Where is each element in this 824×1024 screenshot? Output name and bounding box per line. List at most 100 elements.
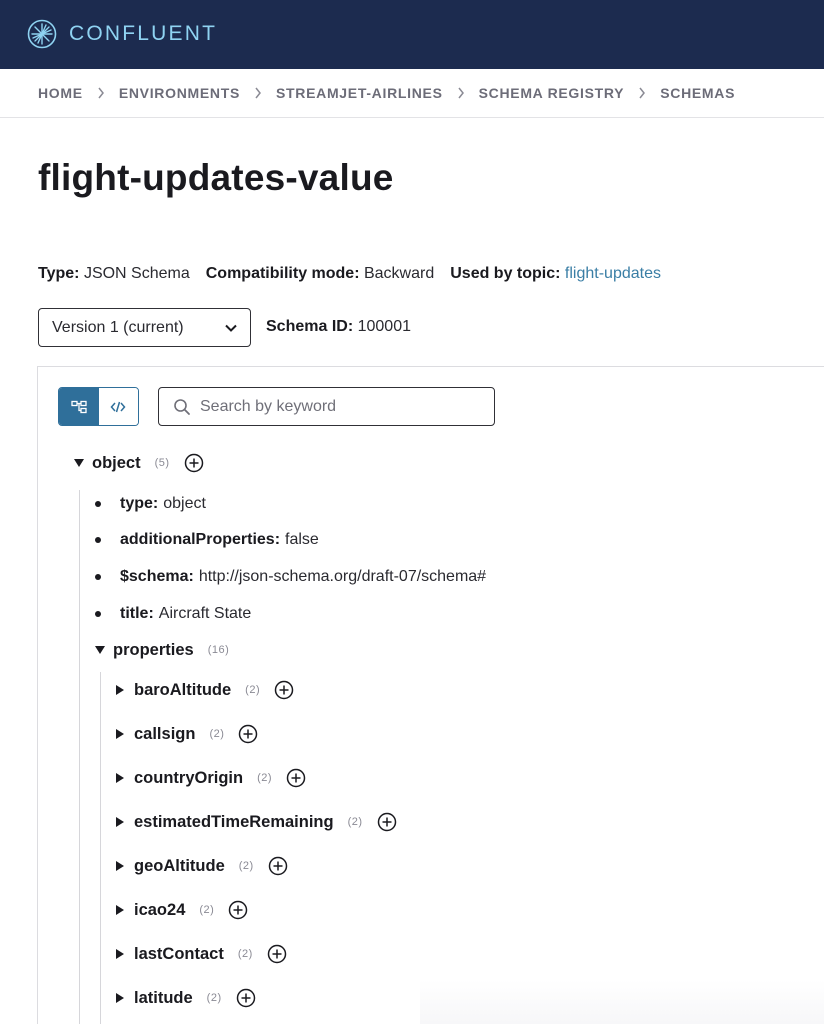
search-box[interactable] bbox=[158, 387, 495, 426]
add-circle-icon[interactable] bbox=[184, 453, 204, 473]
caret-right-icon[interactable] bbox=[116, 905, 124, 915]
node-name: callsign bbox=[134, 724, 196, 743]
field-key: additionalProperties: bbox=[120, 531, 281, 548]
caret-right-icon[interactable] bbox=[116, 993, 124, 1003]
tree-node-estimatedtimeremaining[interactable]: estimatedTimeRemaining (2) bbox=[116, 811, 397, 833]
view-toggle bbox=[58, 387, 139, 426]
schema-type-value: JSON Schema bbox=[83, 265, 190, 282]
node-count: (2) bbox=[257, 772, 273, 784]
schema-type: Type: JSON Schema bbox=[38, 265, 190, 283]
field-value: false bbox=[285, 531, 319, 548]
node-count: (2) bbox=[237, 948, 253, 960]
node-name: lastContact bbox=[134, 944, 224, 963]
brand-name: CONFLUENT bbox=[69, 22, 218, 45]
tree-view-button[interactable] bbox=[59, 388, 99, 425]
breadcrumb-schema-registry[interactable]: SCHEMA REGISTRY bbox=[479, 85, 625, 101]
node-name: geoAltitude bbox=[134, 856, 225, 875]
tree-node-callsign[interactable]: callsign (2) bbox=[116, 723, 258, 745]
chevron-down-icon bbox=[225, 324, 237, 332]
node-name: icao24 bbox=[134, 900, 186, 919]
caret-down-icon[interactable] bbox=[95, 646, 105, 654]
tree-node-properties[interactable]: properties (16) bbox=[95, 639, 229, 661]
caret-right-icon[interactable] bbox=[116, 817, 124, 827]
tree-node-baroaltitude[interactable]: baroAltitude (2) bbox=[116, 679, 294, 701]
schema-id-value: 100001 bbox=[357, 318, 411, 335]
top-nav-bar: CONFLUENT bbox=[0, 0, 824, 69]
node-count: (16) bbox=[207, 644, 230, 656]
add-circle-icon[interactable] bbox=[236, 988, 256, 1008]
code-view-button[interactable] bbox=[98, 388, 138, 425]
chevron-right-icon bbox=[457, 87, 465, 99]
add-circle-icon[interactable] bbox=[228, 900, 248, 920]
node-count: (5) bbox=[154, 457, 170, 469]
compatibility-mode: Compatibility mode: Backward bbox=[206, 265, 434, 283]
code-view-icon bbox=[110, 401, 126, 412]
node-name: object bbox=[92, 453, 141, 472]
tree-node-icao24[interactable]: icao24 (2) bbox=[116, 899, 248, 921]
field-value: object bbox=[163, 495, 206, 512]
tree-node-object[interactable]: object (5) bbox=[74, 452, 204, 474]
chevron-right-icon bbox=[254, 87, 262, 99]
field-value: Aircraft State bbox=[158, 605, 252, 622]
tree-guide-root bbox=[79, 490, 80, 1024]
field-value: http://json-schema.org/draft-07/schema# bbox=[198, 568, 487, 585]
schema-id-label: Schema ID: bbox=[266, 318, 354, 335]
caret-right-icon[interactable] bbox=[116, 729, 124, 739]
tree-node-geoaltitude[interactable]: geoAltitude (2) bbox=[116, 855, 288, 877]
version-select-value: Version 1 (current) bbox=[52, 318, 184, 336]
caret-right-icon[interactable] bbox=[116, 949, 124, 959]
search-icon bbox=[174, 398, 190, 415]
caret-right-icon[interactable] bbox=[116, 685, 124, 695]
breadcrumb: HOME ENVIRONMENTS STREAMJET-AIRLINES SCH… bbox=[0, 69, 824, 118]
add-circle-icon[interactable] bbox=[267, 944, 287, 964]
node-name: baroAltitude bbox=[134, 680, 232, 699]
caret-right-icon[interactable] bbox=[116, 861, 124, 871]
bullet-icon bbox=[95, 501, 101, 507]
field-additional-properties: additionalProperties: false bbox=[95, 529, 319, 551]
search-input[interactable] bbox=[200, 397, 480, 416]
field-type: type: object bbox=[95, 493, 206, 515]
add-circle-icon[interactable] bbox=[268, 856, 288, 876]
breadcrumb-schemas[interactable]: SCHEMAS bbox=[660, 85, 735, 101]
page-title: flight-updates-value bbox=[38, 157, 394, 198]
node-count: (2) bbox=[209, 728, 225, 740]
bottom-fade bbox=[420, 980, 824, 1024]
tree-guide-properties bbox=[100, 672, 101, 1024]
confluent-logo-icon bbox=[27, 19, 57, 49]
add-circle-icon[interactable] bbox=[274, 680, 294, 700]
caret-right-icon[interactable] bbox=[116, 773, 124, 783]
bullet-icon bbox=[95, 537, 101, 543]
topic-link[interactable]: flight-updates bbox=[565, 265, 661, 282]
version-select[interactable]: Version 1 (current) bbox=[38, 308, 251, 347]
field-key: $schema: bbox=[120, 568, 194, 585]
schema-type-label: Type: bbox=[38, 265, 80, 282]
breadcrumb-home[interactable]: HOME bbox=[38, 85, 83, 101]
used-by-topic-label: Used by topic: bbox=[450, 265, 561, 282]
confluent-logo[interactable]: CONFLUENT bbox=[27, 19, 217, 49]
node-count: (2) bbox=[238, 860, 254, 872]
compatibility-mode-value: Backward bbox=[363, 265, 435, 282]
tree-node-countryorigin[interactable]: countryOrigin (2) bbox=[116, 767, 306, 789]
node-name: countryOrigin bbox=[134, 768, 244, 787]
tree-node-lastcontact[interactable]: lastContact (2) bbox=[116, 943, 287, 965]
breadcrumb-environment[interactable]: STREAMJET-AIRLINES bbox=[276, 85, 443, 101]
node-count: (2) bbox=[347, 816, 363, 828]
schema-meta: Type: JSON Schema Compatibility mode: Ba… bbox=[38, 265, 677, 283]
field-schema: $schema: http://json-schema.org/draft-07… bbox=[95, 566, 486, 588]
breadcrumb-environments[interactable]: ENVIRONMENTS bbox=[119, 85, 240, 101]
bullet-icon bbox=[95, 574, 101, 580]
chevron-right-icon bbox=[97, 87, 105, 99]
add-circle-icon[interactable] bbox=[238, 724, 258, 744]
field-key: title: bbox=[120, 605, 154, 622]
add-circle-icon[interactable] bbox=[377, 812, 397, 832]
caret-down-icon[interactable] bbox=[74, 459, 84, 467]
field-key: type: bbox=[120, 495, 159, 512]
node-count: (2) bbox=[199, 904, 215, 916]
schema-id: Schema ID: 100001 bbox=[266, 318, 411, 336]
node-name: properties bbox=[113, 640, 194, 659]
node-count: (2) bbox=[206, 992, 222, 1004]
tree-node-latitude[interactable]: latitude (2) bbox=[116, 987, 256, 1009]
add-circle-icon[interactable] bbox=[286, 768, 306, 788]
chevron-right-icon bbox=[638, 87, 646, 99]
node-count: (2) bbox=[245, 684, 261, 696]
